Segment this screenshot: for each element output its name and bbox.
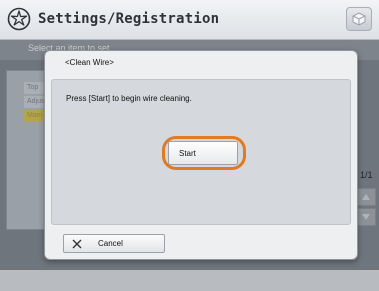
start-button[interactable]: Start	[168, 141, 238, 165]
clean-wire-dialog: <Clean Wire> Press [Start] to begin wire…	[44, 50, 358, 260]
triangle-up-icon	[362, 194, 370, 200]
scroll-down-button[interactable]	[356, 208, 376, 226]
x-close-icon	[72, 239, 82, 248]
cancel-button[interactable]: Cancel	[63, 234, 165, 253]
triangle-down-icon	[362, 214, 370, 220]
dialog-title: <Clean Wire>	[65, 58, 114, 67]
scroll-up-button[interactable]	[356, 188, 376, 206]
home-cube-icon	[352, 12, 366, 26]
status-strip	[0, 270, 379, 291]
cancel-button-label: Cancel	[98, 239, 123, 248]
dialog-message: Press [Start] to begin wire cleaning.	[66, 94, 192, 103]
settings-gear-icon	[7, 7, 31, 31]
dialog-content-panel: Press [Start] to begin wire cleaning. St…	[51, 79, 351, 225]
page-title: Settings/Registration	[38, 11, 220, 27]
header-bar: Settings/Registration	[0, 0, 379, 40]
home-button[interactable]	[346, 7, 372, 31]
page-indicator: 1/1	[360, 170, 373, 180]
